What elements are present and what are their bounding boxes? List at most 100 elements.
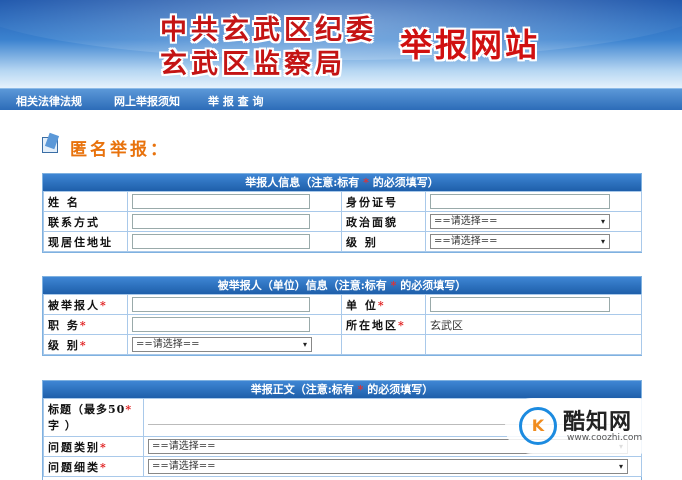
level-label: 级 别: [341, 231, 426, 252]
name-input[interactable]: [132, 194, 310, 209]
unit-input[interactable]: [430, 297, 610, 312]
post-input[interactable]: [132, 317, 310, 332]
required-star: *: [390, 279, 397, 292]
subject-label: 标题（最多50* 字 ）: [43, 398, 144, 437]
political-status-label: 政治面貌: [341, 211, 426, 232]
label-text: 所在地区: [346, 318, 398, 332]
reporter-info-panel: 举报人信息（注意:标有 * 的必须填写） 姓 名 身份证号 联系方式 政治面貌 …: [42, 173, 642, 253]
id-cell: [425, 191, 642, 212]
reported-level-cell: ==请选择== ▾: [127, 334, 342, 355]
label-text: 问题类别: [48, 440, 100, 454]
label-text: 被举报人: [48, 298, 100, 312]
panel-title-pre: 被举报人（单位）信息（注意:标有: [217, 279, 387, 292]
empty-cell: [425, 334, 642, 355]
required-mark: *: [79, 338, 88, 352]
label-text: 级 别: [48, 338, 80, 352]
subcategory-cell: ==请选择== ▾: [143, 456, 642, 477]
table-row: 现居住地址 级 别 ==请选择== ▾: [43, 231, 642, 252]
chevron-down-icon: ▾: [302, 340, 307, 349]
area-label: 所在地区*: [341, 314, 426, 335]
table-row: 问题细类* ==请选择== ▾: [43, 456, 642, 477]
label-text: 问题细类: [48, 460, 100, 474]
required-mark: *: [100, 298, 108, 312]
name-label: 姓 名: [43, 191, 128, 212]
panel-header: 被举报人（单位）信息（注意:标有 * 的必须填写）: [43, 277, 641, 294]
label-text: 标题（最多50: [48, 402, 126, 416]
chevron-down-icon: ▾: [618, 462, 623, 471]
reported-level-label: 级 别*: [43, 334, 128, 355]
edit-icon: [42, 137, 58, 153]
id-number-input[interactable]: [430, 194, 610, 209]
top-nav: 相关法律法规 网上举报须知 举 报 查 询: [0, 88, 682, 110]
required-mark: *: [377, 298, 386, 312]
address-cell: [127, 231, 342, 252]
nav-link-query[interactable]: 举 报 查 询: [208, 93, 264, 109]
site-title: 举报网站: [400, 26, 541, 64]
panel-title-post: 的必须填写）: [367, 383, 434, 396]
contact-input[interactable]: [132, 214, 310, 229]
address-input[interactable]: [132, 234, 310, 249]
label-text: 单 位: [346, 298, 378, 312]
reported-person-input[interactable]: [132, 297, 310, 312]
area-value: 玄武区: [430, 318, 463, 332]
select-value: ==请选择==: [434, 236, 498, 247]
nav-link-laws[interactable]: 相关法律法规: [16, 93, 82, 109]
required-mark: *: [100, 460, 108, 474]
site-banner: 中共玄武区纪委 玄武区监察局 举报网站: [0, 0, 682, 88]
required-star: *: [363, 176, 369, 189]
table-row: 级 别* ==请选择== ▾: [43, 334, 642, 355]
post-label: 职 务*: [43, 314, 128, 335]
watermark-name: 酷知网: [563, 410, 633, 435]
panel-title-pre: 举报正文（注意:标有: [250, 383, 354, 396]
watermark-url: www.coozhi.com: [567, 433, 643, 443]
contact-cell: [127, 211, 342, 232]
table-row: 联系方式 政治面貌 ==请选择== ▾: [43, 211, 642, 232]
reported-level-select[interactable]: ==请选择== ▾: [132, 337, 312, 352]
reported-info-panel: 被举报人（单位）信息（注意:标有 * 的必须填写） 被举报人* 单 位* 职 务…: [42, 276, 642, 356]
required-mark: *: [398, 318, 406, 332]
name-cell: [127, 191, 342, 212]
watermark-logo-icon: K: [519, 407, 557, 445]
required-mark: *: [125, 402, 133, 416]
select-value: ==请选择==: [152, 441, 216, 452]
label-text: 职 务: [48, 318, 80, 332]
empty-cell: [341, 334, 426, 355]
reporter-table: 姓 名 身份证号 联系方式 政治面貌 ==请选择== ▾ 现居住地址 级 别 =…: [43, 191, 642, 252]
table-row: 被举报人* 单 位*: [43, 294, 642, 315]
level-cell: ==请选择== ▾: [425, 231, 642, 252]
political-status-select[interactable]: ==请选择== ▾: [430, 214, 610, 229]
subcategory-label: 问题细类*: [43, 456, 144, 477]
post-cell: [127, 314, 342, 335]
unit-cell: [425, 294, 642, 315]
political-cell: ==请选择== ▾: [425, 211, 642, 232]
org-name-line2: 玄武区监察局: [160, 49, 346, 80]
panel-title-pre: 举报人信息（注意:标有: [245, 176, 360, 189]
table-row: 姓 名 身份证号: [43, 191, 642, 212]
unit-label: 单 位*: [341, 294, 426, 315]
chevron-down-icon: ▾: [600, 237, 605, 246]
select-value: ==请选择==: [152, 461, 216, 472]
panel-header: 举报正文（注意:标有 * 的必须填写）: [43, 381, 641, 398]
panel-header: 举报人信息（注意:标有 * 的必须填写）: [43, 174, 641, 191]
select-value: ==请选择==: [136, 339, 200, 350]
nav-link-guide[interactable]: 网上举报须知: [114, 93, 180, 109]
table-row: 职 务* 所在地区* 玄武区: [43, 314, 642, 335]
required-star: *: [357, 383, 364, 396]
area-cell: 玄武区: [425, 314, 642, 335]
section-title: 匿名举报：: [70, 140, 170, 160]
address-label: 现居住地址: [43, 231, 128, 252]
reported-person-label: 被举报人*: [43, 294, 128, 315]
panel-title-post: 的必须填写）: [400, 279, 467, 292]
required-mark: *: [100, 440, 108, 454]
watermark: K 酷知网 www.coozhi.com: [505, 398, 665, 454]
reporter-level-select[interactable]: ==请选择== ▾: [430, 234, 610, 249]
contact-label: 联系方式: [43, 211, 128, 232]
id-number-label: 身份证号: [341, 191, 426, 212]
category-label: 问题类别*: [43, 436, 144, 457]
select-value: ==请选择==: [434, 216, 498, 227]
chevron-down-icon: ▾: [600, 217, 605, 226]
panel-title-post: 的必须填写）: [372, 176, 439, 189]
reported-table: 被举报人* 单 位* 职 务* 所在地区* 玄武区 级 别* ==请选择== ▾: [43, 294, 642, 355]
subcategory-select[interactable]: ==请选择== ▾: [148, 459, 628, 474]
label-text: 字 ）: [48, 418, 77, 432]
